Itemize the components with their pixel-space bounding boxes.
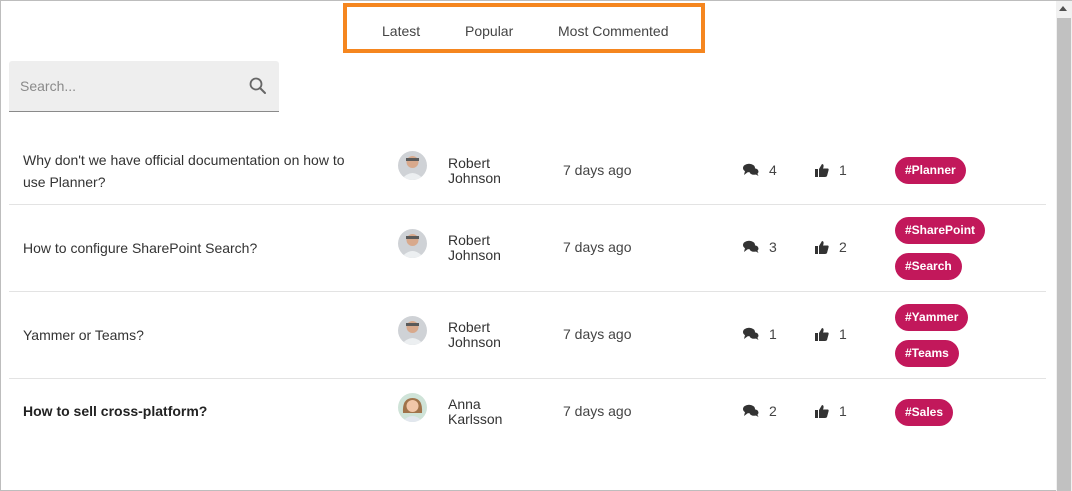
tag-list: #Sales: [895, 399, 954, 435]
author-first-name: Robert: [448, 155, 491, 171]
comment-count: 3: [743, 239, 777, 255]
avatar: [398, 316, 427, 345]
post-title[interactable]: Why don't we have official documentation…: [23, 149, 368, 193]
thumbs-up-icon: [815, 164, 829, 177]
like-count-value: 1: [839, 162, 847, 178]
avatar: [398, 151, 427, 180]
like-count: 1: [815, 326, 847, 342]
tag-list: #SharePoint #Search: [895, 217, 986, 289]
like-count-value: 2: [839, 239, 847, 255]
post-row[interactable]: Why don't we have official documentation…: [9, 126, 1046, 205]
post-date: 7 days ago: [563, 239, 632, 255]
post-row[interactable]: How to configure SharePoint Search? Robe…: [9, 205, 1046, 292]
post-title[interactable]: How to configure SharePoint Search?: [23, 237, 368, 259]
like-count-value: 1: [839, 326, 847, 342]
author-name: Robert Johnson: [448, 320, 501, 350]
author-name: Anna Karlsson: [448, 397, 502, 427]
post-date: 7 days ago: [563, 326, 632, 342]
author-last-name: Johnson: [448, 247, 501, 263]
comment-count: 2: [743, 403, 777, 419]
comment-count: 4: [743, 162, 777, 178]
app-frame: Latest Popular Most Commented Why don't …: [0, 0, 1072, 491]
tag-badge[interactable]: #Sales: [895, 399, 954, 426]
comments-icon: [743, 240, 759, 253]
thumbs-up-icon: [815, 328, 829, 341]
comments-icon: [743, 163, 759, 176]
scroll-up-arrow-icon[interactable]: [1059, 6, 1067, 11]
avatar: [398, 229, 427, 258]
post-title[interactable]: How to sell cross-platform?: [23, 400, 368, 422]
author-last-name: Johnson: [448, 334, 501, 350]
post-title[interactable]: Yammer or Teams?: [23, 324, 368, 346]
post-date: 7 days ago: [563, 403, 632, 419]
scrollbar-thumb[interactable]: [1057, 18, 1071, 491]
tag-badge[interactable]: #Yammer: [895, 304, 969, 331]
comment-count-value: 1: [769, 326, 777, 342]
like-count-value: 1: [839, 403, 847, 419]
tag-badge[interactable]: #SharePoint: [895, 217, 986, 244]
post-date: 7 days ago: [563, 162, 632, 178]
tag-badge[interactable]: #Teams: [895, 340, 959, 367]
tab-most-commented[interactable]: Most Commented: [558, 23, 668, 39]
comment-count: 1: [743, 326, 777, 342]
tab-bar: Latest Popular Most Commented: [343, 3, 705, 53]
tag-badge[interactable]: #Search: [895, 253, 962, 280]
tab-popular[interactable]: Popular: [465, 23, 513, 39]
post-list: Why don't we have official documentation…: [9, 126, 1046, 449]
author-last-name: Johnson: [448, 170, 501, 186]
author-name: Robert Johnson: [448, 233, 501, 263]
comments-icon: [743, 404, 759, 417]
tag-badge[interactable]: #Planner: [895, 157, 966, 184]
like-count: 1: [815, 162, 847, 178]
tag-list: #Yammer #Teams: [895, 304, 969, 376]
post-row[interactable]: How to sell cross-platform? Anna Karlsso…: [9, 379, 1046, 449]
comments-icon: [743, 327, 759, 340]
author-name: Robert Johnson: [448, 156, 501, 186]
search-icon[interactable]: [248, 76, 268, 96]
comment-count-value: 3: [769, 239, 777, 255]
search-box: [9, 61, 279, 112]
like-count: 1: [815, 403, 847, 419]
thumbs-up-icon: [815, 241, 829, 254]
author-first-name: Anna: [448, 396, 481, 412]
tab-latest[interactable]: Latest: [382, 23, 420, 39]
thumbs-up-icon: [815, 405, 829, 418]
author-first-name: Robert: [448, 232, 491, 248]
tag-list: #Planner: [895, 157, 966, 193]
like-count: 2: [815, 239, 847, 255]
comment-count-value: 2: [769, 403, 777, 419]
comment-count-value: 4: [769, 162, 777, 178]
avatar: [398, 393, 427, 422]
post-row[interactable]: Yammer or Teams? Robert Johnson 7 days a…: [9, 292, 1046, 379]
search-input[interactable]: [9, 61, 239, 111]
author-last-name: Karlsson: [448, 411, 503, 427]
author-first-name: Robert: [448, 319, 491, 335]
